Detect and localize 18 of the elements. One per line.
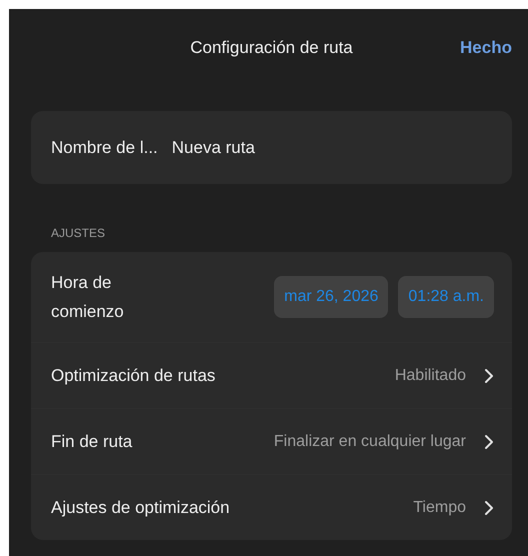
chevron-icon	[484, 434, 494, 450]
row-label: Fin de ruta	[51, 432, 134, 452]
row-value: Tiempo	[413, 498, 466, 516]
settings-row[interactable]: Ajustes de optimización Tiempo	[31, 474, 512, 540]
row-value: Habilitado	[394, 366, 466, 384]
settings-row[interactable]: Fin de ruta Finalizar en cualquier lugar	[31, 408, 512, 474]
row-label: Optimización de rutas	[51, 366, 216, 386]
row-label: Ajustes de optimización	[51, 498, 231, 518]
section-title: AJUSTES	[51, 226, 106, 242]
field-label: Nombre de l...	[51, 138, 158, 158]
settings-row[interactable]: Optimización de rutas Habilitado	[31, 342, 512, 408]
chevron-icon	[484, 368, 494, 384]
chevron-icon	[484, 500, 494, 516]
screen-title: Configuración de ruta	[190, 38, 353, 58]
row-label: Hora de comienzo	[51, 272, 125, 323]
row-value: Finalizar en cualquier lugar	[274, 432, 466, 450]
done-button[interactable]: Hecho	[460, 38, 512, 58]
input-field[interactable]: Nueva ruta	[172, 138, 492, 158]
